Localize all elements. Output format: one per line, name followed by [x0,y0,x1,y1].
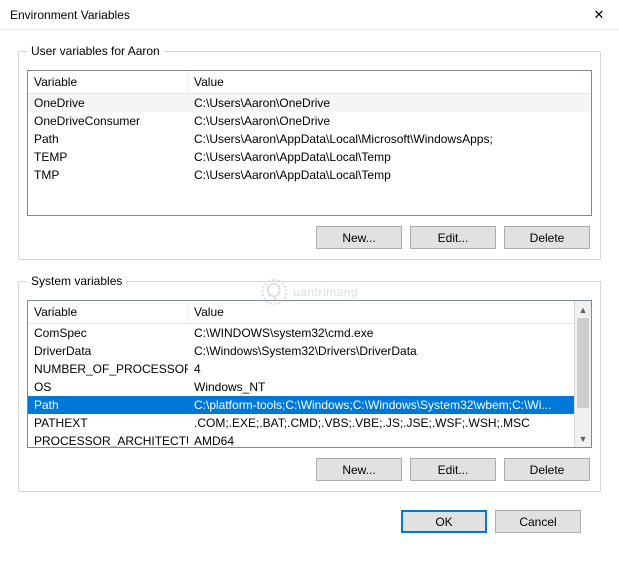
window-title: Environment Variables [10,8,130,22]
scroll-track[interactable] [575,318,591,430]
ok-button[interactable]: OK [401,510,487,533]
dialog-body: User variables for Aaron Variable Value … [0,30,619,545]
table-header: Variable Value [28,71,591,94]
system-edit-button[interactable]: Edit... [410,458,496,481]
table-row[interactable]: OneDriveConsumerC:\Users\Aaron\OneDrive [28,112,591,130]
system-delete-button[interactable]: Delete [504,458,590,481]
table-row[interactable]: PATHEXT.COM;.EXE;.BAT;.CMD;.VBS;.VBE;.JS… [28,414,591,432]
system-button-row: New... Edit... Delete [27,458,592,481]
table-row[interactable]: ComSpecC:\WINDOWS\system32\cmd.exe [28,324,591,342]
cell-variable: DriverData [28,342,188,360]
cell-variable: PATHEXT [28,414,188,432]
cell-variable: TMP [28,166,188,184]
system-variables-table[interactable]: Variable Value ComSpecC:\WINDOWS\system3… [27,300,592,448]
scroll-down-icon[interactable]: ▼ [575,430,591,447]
table-row[interactable]: DriverDataC:\Windows\System32\Drivers\Dr… [28,342,591,360]
col-variable[interactable]: Variable [28,71,188,93]
cell-value: C:\Windows\System32\Drivers\DriverData [188,342,591,360]
cancel-button[interactable]: Cancel [495,510,581,533]
user-delete-button[interactable]: Delete [504,226,590,249]
cell-value: AMD64 [188,432,591,448]
scroll-up-icon[interactable]: ▲ [575,301,591,318]
table-row[interactable]: PathC:\Users\Aaron\AppData\Local\Microso… [28,130,591,148]
user-variables-legend: User variables for Aaron [27,44,164,58]
cell-value: C:\Users\Aaron\OneDrive [188,94,591,112]
table-row[interactable]: PROCESSOR_ARCHITECTUREAMD64 [28,432,591,448]
cell-value: 4 [188,360,591,378]
scrollbar[interactable]: ▲ ▼ [574,301,591,447]
col-variable[interactable]: Variable [28,301,188,323]
cell-value: C:\Users\Aaron\OneDrive [188,112,591,130]
cell-variable: NUMBER_OF_PROCESSORS [28,360,188,378]
cell-variable: OneDriveConsumer [28,112,188,130]
cell-value: C:\Users\Aaron\AppData\Local\Temp [188,166,591,184]
system-variables-legend: System variables [27,274,126,288]
cell-value: C:\Users\Aaron\AppData\Local\Microsoft\W… [188,130,591,148]
system-new-button[interactable]: New... [316,458,402,481]
cell-value: C:\platform-tools;C:\Windows;C:\Windows\… [188,396,591,414]
cell-value: C:\WINDOWS\system32\cmd.exe [188,324,591,342]
cell-variable: OS [28,378,188,396]
cell-variable: ComSpec [28,324,188,342]
close-icon[interactable]: ✕ [587,7,611,23]
col-value[interactable]: Value [188,71,591,93]
col-value[interactable]: Value [188,301,591,323]
cell-value: Windows_NT [188,378,591,396]
cell-variable: PROCESSOR_ARCHITECTURE [28,432,188,448]
user-variables-group: User variables for Aaron Variable Value … [18,44,601,260]
user-new-button[interactable]: New... [316,226,402,249]
table-row[interactable]: TEMPC:\Users\Aaron\AppData\Local\Temp [28,148,591,166]
user-button-row: New... Edit... Delete [27,226,592,249]
dialog-footer: OK Cancel [18,506,601,533]
scroll-thumb[interactable] [577,318,589,408]
table-row[interactable]: OSWindows_NT [28,378,591,396]
cell-variable: Path [28,130,188,148]
titlebar: Environment Variables ✕ [0,0,619,30]
cell-variable: TEMP [28,148,188,166]
cell-value: C:\Users\Aaron\AppData\Local\Temp [188,148,591,166]
table-row[interactable]: TMPC:\Users\Aaron\AppData\Local\Temp [28,166,591,184]
table-row[interactable]: OneDriveC:\Users\Aaron\OneDrive [28,94,591,112]
table-row[interactable]: PathC:\platform-tools;C:\Windows;C:\Wind… [28,396,591,414]
cell-variable: Path [28,396,188,414]
system-variables-group: System variables Variable Value ComSpecC… [18,274,601,492]
user-variables-table[interactable]: Variable Value OneDriveC:\Users\Aaron\On… [27,70,592,216]
table-header: Variable Value [28,301,591,324]
cell-value: .COM;.EXE;.BAT;.CMD;.VBS;.VBE;.JS;.JSE;.… [188,414,591,432]
cell-variable: OneDrive [28,94,188,112]
user-edit-button[interactable]: Edit... [410,226,496,249]
table-row[interactable]: NUMBER_OF_PROCESSORS4 [28,360,591,378]
